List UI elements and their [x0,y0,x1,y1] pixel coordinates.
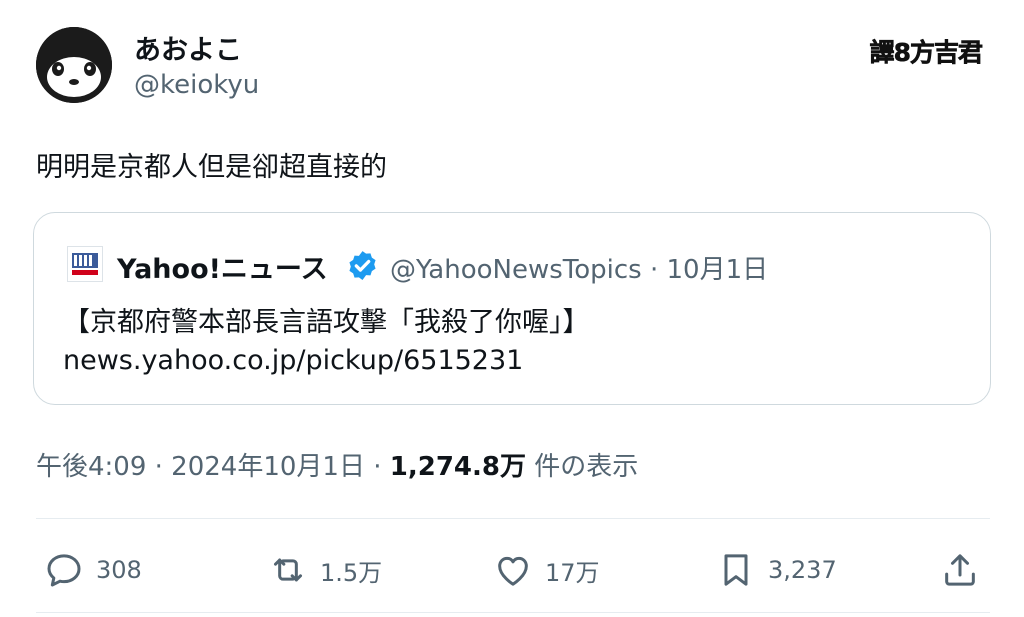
view-count: 1,274.8万 [389,452,526,482]
repost-icon [274,558,302,582]
yahoo-news-logo-icon [72,253,98,275]
quote-avatar[interactable] [67,246,103,282]
watermark: 譯8方吉君 [869,38,983,68]
verified-badge-icon [349,251,376,280]
like-count: 17万 [545,558,600,587]
divider [36,612,990,613]
share-button[interactable] [940,548,980,592]
avatar-icon [36,27,112,103]
like-icon [498,556,528,586]
tweet-text: 明明是京都人但是卻超直接的 [36,152,387,183]
quoted-tweet-card[interactable]: Yahoo!ニュース @YahooNewsTopics · 10月1日 【京都府… [33,212,991,405]
quote-link[interactable]: news.yahoo.co.jp/pickup/6515231 [63,345,523,376]
quote-display-name[interactable]: Yahoo!ニュース [117,247,328,286]
avatar[interactable] [36,27,112,103]
bookmark-button[interactable]: 3,237 [716,548,837,592]
repost-count: 1.5万 [320,558,383,587]
reply-count: 308 [96,556,142,584]
display-name[interactable]: あおよこ [134,28,242,67]
share-icon [945,554,975,586]
bookmark-icon [724,554,748,586]
user-handle[interactable]: @keiokyu [134,70,259,100]
repost-button[interactable]: 1.5万 [268,548,382,592]
view-label: 件の表示 [526,452,639,482]
reply-icon [47,554,81,587]
tweet-timestamp[interactable]: 午後4:09 · 2024年10月1日 · [36,452,390,482]
reply-button[interactable]: 308 [44,548,142,592]
divider [36,518,990,519]
like-button[interactable]: 17万 [493,548,600,592]
bookmark-count: 3,237 [768,556,837,584]
tweet-meta: 午後4:09 · 2024年10月1日 · 1,274.8万 件の表示 [36,446,638,483]
quote-handle-date[interactable]: @YahooNewsTopics · 10月1日 [390,249,768,286]
quote-text: 【京都府警本部長言語攻擊「我殺了你喔」】 [63,307,590,338]
